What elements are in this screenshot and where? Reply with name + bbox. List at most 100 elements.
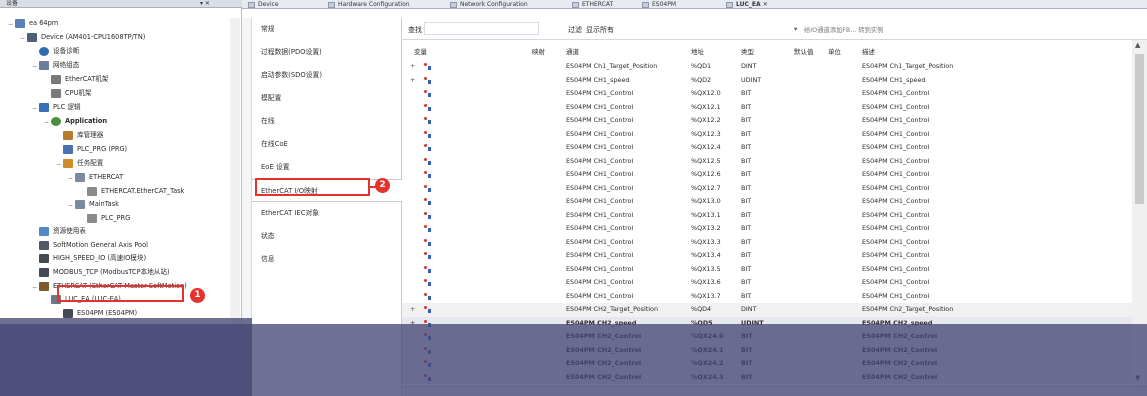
- table-row[interactable]: ES04PM CH1_Control %QX12.3 BIT ES04PM CH1_C…: [402, 128, 1132, 142]
- chevron-down-icon[interactable]: ▾: [794, 25, 797, 33]
- editor-tab[interactable]: Hardware Configuration: [328, 0, 410, 9]
- table-row[interactable]: ES04PM CH1_Control %QX12.2 BIT ES04PM CH1_C…: [402, 114, 1132, 128]
- collapse-toggle-icon[interactable]: −: [18, 32, 27, 45]
- table-row[interactable]: + ES04PM CH2_Target_Position %QD4 DINT ES04P…: [402, 303, 1132, 317]
- editor-tab[interactable]: ETHERCAT: [572, 0, 613, 9]
- nav-item[interactable]: 过程数据(PDO设置): [252, 41, 402, 64]
- tree-item[interactable]: MODBUS_TCP (ModbusTCP本地从站): [30, 266, 170, 279]
- collapse-toggle-icon[interactable]: −: [66, 172, 75, 185]
- tree-item[interactable]: 资源使用表: [30, 225, 86, 238]
- col-variable[interactable]: 变量: [414, 46, 427, 58]
- table-row[interactable]: + ES04PM CH1_speed %QD2 UDINT ES04PM CH1_spe…: [402, 74, 1132, 88]
- table-row[interactable]: ES04PM CH1_Control %QX12.4 BIT ES04PM CH1_C…: [402, 141, 1132, 155]
- tree-item[interactable]: CPU机架: [42, 87, 92, 100]
- col-type[interactable]: 类型: [741, 46, 754, 58]
- col-address[interactable]: 地址: [691, 46, 704, 58]
- collapse-toggle-icon[interactable]: −: [30, 102, 39, 115]
- tab-icon: [248, 1, 255, 8]
- tree-item[interactable]: SoftMotion General Axis Pool: [30, 239, 148, 252]
- nav-item[interactable]: EtherCAT IEC对象: [252, 202, 402, 225]
- collapse-toggle-icon[interactable]: −: [30, 281, 39, 294]
- filter-select[interactable]: 显示所有: [586, 25, 614, 35]
- library-icon: [63, 131, 73, 140]
- table-row[interactable]: ES04PM CH1_Control %QX12.1 BIT ES04PM CH1_C…: [402, 101, 1132, 115]
- expand-icon[interactable]: +: [410, 303, 418, 317]
- editor-tab[interactable]: Network Configuration: [450, 0, 528, 9]
- editor-tab[interactable]: Device: [248, 0, 279, 9]
- tree-item[interactable]: 库管理器: [54, 129, 103, 142]
- table-row[interactable]: ES04PM CH1_Control %QX13.4 BIT ES04PM CH1_C…: [402, 249, 1132, 263]
- io-channel-icon-dot: [424, 292, 427, 296]
- nav-item[interactable]: 在线: [252, 110, 402, 133]
- tree-item[interactable]: − Device (AM401-CPU1608TP/TN): [18, 31, 145, 44]
- address-cell: %QX12.4: [691, 143, 721, 151]
- col-description[interactable]: 描述: [862, 46, 875, 58]
- io-channel-icon-bar: [428, 201, 431, 205]
- expand-icon[interactable]: +: [410, 60, 418, 74]
- table-row[interactable]: ES04PM CH1_Control %QX13.0 BIT ES04PM CH1_C…: [402, 195, 1132, 209]
- nav-item[interactable]: EoE 设置: [252, 156, 402, 179]
- type-cell: BIT: [741, 210, 752, 219]
- editor-tab[interactable]: LUC_EA ✕: [726, 0, 768, 9]
- tree-item[interactable]: − Application: [42, 115, 107, 128]
- tree-item[interactable]: ETHERCAT.EtherCAT_Task: [78, 185, 184, 198]
- channel-cell: ES04PM CH1_Control: [566, 143, 634, 151]
- tree-item[interactable]: 设备诊断: [30, 45, 79, 58]
- nav-item[interactable]: 常规: [252, 18, 402, 41]
- type-cell: BIT: [741, 129, 752, 138]
- collapse-toggle-icon[interactable]: −: [54, 158, 63, 171]
- nav-item[interactable]: 模配置: [252, 87, 402, 110]
- channel-cell: ES04PM CH1_Control: [566, 156, 634, 165]
- nav-item[interactable]: 信息: [252, 248, 402, 271]
- col-mapping[interactable]: 映射: [532, 46, 545, 58]
- scroll-up-icon[interactable]: ▲: [1135, 41, 1140, 49]
- tree-item[interactable]: − ea 64pm: [6, 17, 58, 30]
- tree-item[interactable]: HIGH_SPEED_IO (高速IO模块): [30, 252, 146, 265]
- io-channel-icon-dot: [424, 211, 427, 215]
- nav-item[interactable]: 启动参数(SDO设置): [252, 64, 402, 87]
- add-fb-link[interactable]: 给IO通道添加FB... 转到实例: [804, 25, 883, 34]
- table-row[interactable]: ES04PM CH1_Control %QX13.3 BIT ES04PM CH1_C…: [402, 236, 1132, 250]
- collapse-toggle-icon[interactable]: −: [6, 18, 15, 31]
- scroll-thumb[interactable]: [1135, 54, 1144, 204]
- tree-item[interactable]: − 网络组态: [30, 59, 79, 72]
- col-default[interactable]: 默认值: [794, 46, 814, 58]
- table-row[interactable]: ES04PM CH1_Control %QX12.0 BIT ES04PM CH1_C…: [402, 87, 1132, 101]
- tree-item[interactable]: − 任务配置: [54, 157, 103, 170]
- type-cell: DINT: [741, 305, 757, 313]
- collapse-toggle-icon[interactable]: −: [30, 60, 39, 73]
- tree-item[interactable]: − MainTask: [66, 198, 119, 211]
- tree-item[interactable]: PLC_PRG: [78, 212, 130, 225]
- address-cell: %QX12.7: [691, 183, 721, 192]
- tree-item-label: ES04PM (ES04PM): [77, 309, 138, 317]
- nav-item[interactable]: 在线CoE: [252, 133, 402, 156]
- table-row[interactable]: ES04PM CH1_Control %QX13.1 BIT ES04PM CH1_C…: [402, 209, 1132, 223]
- editor-tab[interactable]: ES04PM: [642, 0, 676, 9]
- table-row[interactable]: ES04PM CH1_Control %QX13.2 BIT ES04PM CH1_C…: [402, 222, 1132, 236]
- table-row[interactable]: ES04PM CH1_Control %QX13.6 BIT ES04PM CH1_C…: [402, 276, 1132, 290]
- tree-header-controls[interactable]: ▾ ✕: [200, 0, 210, 8]
- table-row[interactable]: ES04PM CH1_Control %QX13.7 BIT ES04PM CH1_C…: [402, 290, 1132, 304]
- tree-item[interactable]: − PLC 逻辑: [30, 101, 81, 114]
- device-icon: [27, 33, 37, 42]
- collapse-toggle-icon[interactable]: −: [66, 199, 75, 212]
- nav-item[interactable]: 状态: [252, 225, 402, 248]
- col-channel[interactable]: 通道: [566, 46, 579, 58]
- table-row[interactable]: ES04PM CH1_Control %QX12.5 BIT ES04PM CH1_C…: [402, 155, 1132, 169]
- tree-item[interactable]: EtherCAT机架: [42, 73, 109, 86]
- table-row[interactable]: + ES04PM Ch1_Target_Position %QD1 DINT ES04P…: [402, 60, 1132, 74]
- description-cell: ES04PM CH1_Control: [862, 170, 930, 178]
- table-row[interactable]: ES04PM CH1_Control %QX12.6 BIT ES04PM CH1_C…: [402, 168, 1132, 182]
- address-cell: %QX13.1: [691, 210, 721, 219]
- collapse-toggle-icon[interactable]: −: [42, 116, 51, 129]
- table-row[interactable]: ES04PM CH1_Control %QX12.7 BIT ES04PM CH1_C…: [402, 182, 1132, 196]
- expand-icon[interactable]: +: [410, 74, 418, 88]
- close-icon[interactable]: ✕: [761, 1, 768, 8]
- tree-item[interactable]: PLC_PRG (PRG): [54, 143, 127, 156]
- io-channel-icon: [424, 130, 432, 139]
- channel-cell: ES04PM CH1_Control: [566, 129, 634, 138]
- find-input[interactable]: [424, 22, 539, 35]
- tree-item[interactable]: − ETHERCAT: [66, 171, 123, 184]
- table-row[interactable]: ES04PM CH1_Control %QX13.5 BIT ES04PM CH1_C…: [402, 263, 1132, 277]
- col-unit[interactable]: 单位: [828, 46, 841, 58]
